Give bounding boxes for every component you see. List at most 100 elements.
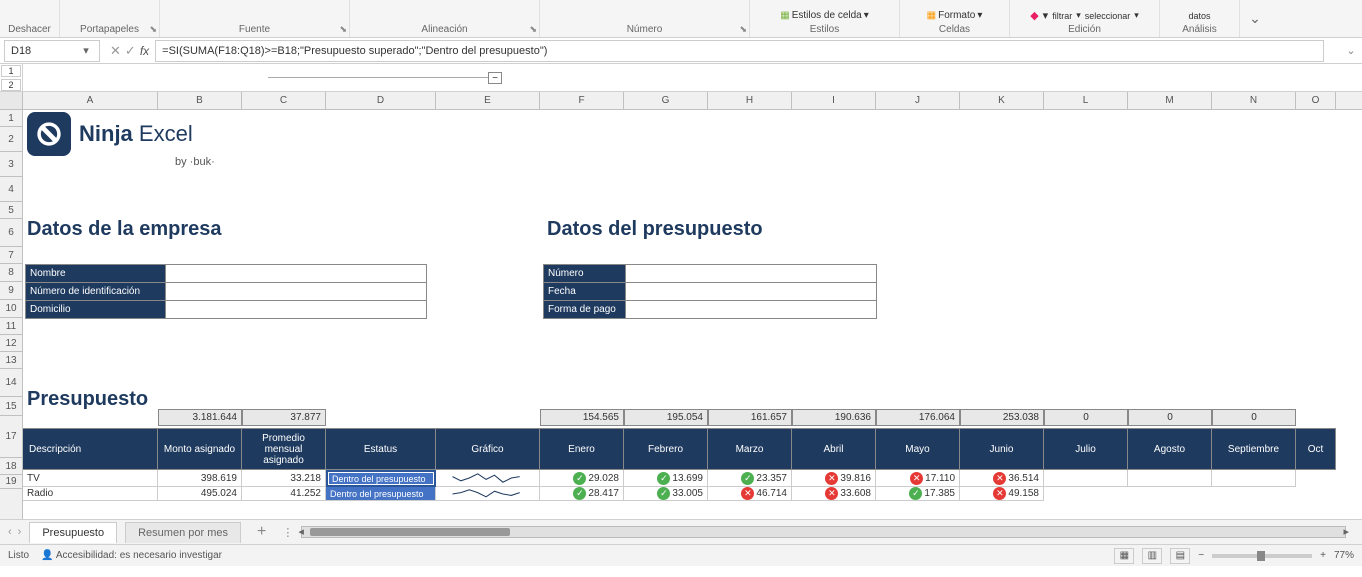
view-pagelayout-button[interactable]: ▥ <box>1142 548 1162 564</box>
col-header[interactable]: H <box>708 92 792 109</box>
zoom-thumb[interactable] <box>1257 551 1265 561</box>
zoom-out-button[interactable]: − <box>1198 550 1204 561</box>
view-normal-button[interactable]: ▦ <box>1114 548 1134 564</box>
outline-collapse-button[interactable]: − <box>488 72 502 84</box>
row-header[interactable]: 15 <box>0 397 22 416</box>
cell-month[interactable]: ✕39.816 <box>792 470 876 487</box>
cell-status-selected[interactable]: Dentro del presupuesto <box>326 470 436 487</box>
cell-status[interactable]: Dentro del presupuesto <box>326 487 436 501</box>
budget-payment-value[interactable] <box>626 301 876 318</box>
cell-month[interactable]: ✕46.714 <box>708 487 792 501</box>
row-header[interactable]: 7 <box>0 247 22 264</box>
name-box[interactable]: D18 ▾ <box>4 40 100 62</box>
outline-level-1[interactable]: 1 <box>1 65 21 77</box>
col-header[interactable]: F <box>540 92 624 109</box>
cancel-formula-icon[interactable]: ✕ <box>110 43 121 59</box>
row-header[interactable]: 14 <box>0 369 22 397</box>
row-header[interactable]: 10 <box>0 300 22 318</box>
formula-input[interactable]: =SI(SUMA(F18:Q18)>=B18;"Presupuesto supe… <box>155 40 1324 62</box>
accept-formula-icon[interactable]: ✓ <box>125 43 136 59</box>
cell-avg[interactable]: 33.218 <box>242 470 326 487</box>
alignment-launcher-icon[interactable]: ⬊ <box>529 24 537 35</box>
cell-month[interactable]: ✓17.385 <box>876 487 960 501</box>
select-all-corner[interactable] <box>0 92 23 109</box>
cell-month[interactable]: ✕49.158 <box>960 487 1044 501</box>
row-header[interactable]: 3 <box>0 152 22 177</box>
row-header[interactable]: 19 <box>0 475 22 489</box>
row-header[interactable]: 4 <box>0 177 22 202</box>
number-launcher-icon[interactable]: ⬊ <box>739 24 747 35</box>
row-header[interactable]: 17 <box>0 416 22 458</box>
row-header[interactable]: 8 <box>0 264 22 282</box>
budget-number-value[interactable] <box>626 265 876 282</box>
ribbon-collapse-button[interactable]: ⌄ <box>1240 0 1270 37</box>
font-launcher-icon[interactable]: ⬊ <box>339 24 347 35</box>
cell-desc[interactable]: Radio <box>23 487 158 501</box>
col-header[interactable]: E <box>436 92 540 109</box>
company-name-value[interactable] <box>166 265 426 282</box>
cell-empty[interactable] <box>1212 470 1296 487</box>
col-header[interactable]: A <box>23 92 158 109</box>
row-header[interactable]: 2 <box>0 127 22 152</box>
tab-prev-icon[interactable]: ‹ <box>8 526 12 538</box>
row-header[interactable]: 5 <box>0 202 22 219</box>
col-header[interactable]: D <box>326 92 436 109</box>
row-header[interactable]: 9 <box>0 282 22 300</box>
add-sheet-button[interactable]: + <box>249 523 274 541</box>
col-header[interactable]: L <box>1044 92 1128 109</box>
zoom-in-button[interactable]: + <box>1320 550 1326 561</box>
scroll-right-icon[interactable]: ▸ <box>1343 525 1349 538</box>
cell-month[interactable]: ✓23.357 <box>708 470 792 487</box>
cells-area[interactable]: Ninja Excel by ·buk· Datos de la empresa… <box>23 110 1362 519</box>
cell-avg[interactable]: 41.252 <box>242 487 326 501</box>
budget-date-value[interactable] <box>626 283 876 300</box>
col-header[interactable]: G <box>624 92 708 109</box>
col-header[interactable]: B <box>158 92 242 109</box>
col-header[interactable]: K <box>960 92 1044 109</box>
clipboard-launcher-icon[interactable]: ⬊ <box>149 24 157 35</box>
sheet-tab[interactable]: Resumen por mes <box>125 522 241 543</box>
cell-month[interactable]: ✓28.417 <box>540 487 624 501</box>
company-id-value[interactable] <box>166 283 426 300</box>
name-box-dropdown-icon[interactable]: ▾ <box>79 44 93 57</box>
format-button[interactable]: ▦ Formato ▾ <box>923 9 987 22</box>
outline-level-2[interactable]: 2 <box>1 79 21 91</box>
cell-month[interactable]: ✓29.028 <box>540 470 624 487</box>
tab-next-icon[interactable]: › <box>18 526 22 538</box>
row-header[interactable]: 1 <box>0 110 22 127</box>
zoom-level[interactable]: 77% <box>1334 550 1354 561</box>
cell-month[interactable]: ✓33.005 <box>624 487 708 501</box>
cell-empty[interactable] <box>1128 470 1212 487</box>
cell-desc[interactable]: TV <box>23 470 158 487</box>
fx-icon[interactable]: fx <box>140 44 149 58</box>
horizontal-scrollbar[interactable]: ◂ ▸ <box>301 526 1346 538</box>
cell-month[interactable]: ✕17.110 <box>876 470 960 487</box>
company-address-value[interactable] <box>166 301 426 318</box>
cell-month[interactable]: ✓13.699 <box>624 470 708 487</box>
cell-month[interactable]: ✕36.514 <box>960 470 1044 487</box>
data-button[interactable]: datos <box>1184 10 1214 22</box>
accessibility-status[interactable]: 👤 Accesibilidad: es necesario investigar <box>41 550 222 561</box>
sheet-tab-active[interactable]: Presupuesto <box>29 522 117 543</box>
col-header[interactable]: C <box>242 92 326 109</box>
col-header[interactable]: N <box>1212 92 1296 109</box>
row-header[interactable]: 18 <box>0 458 22 475</box>
scrollbar-thumb[interactable] <box>310 528 510 536</box>
view-pagebreak-button[interactable]: ▤ <box>1170 548 1190 564</box>
cell-amount[interactable]: 495.024 <box>158 487 242 501</box>
filter-label[interactable]: filtrar <box>1052 11 1072 21</box>
col-header[interactable]: J <box>876 92 960 109</box>
cell-styles-button[interactable]: ▦ Estilos de celda ▾ <box>776 9 873 22</box>
tab-split-icon[interactable]: ⋮ <box>282 526 293 539</box>
row-header[interactable]: 13 <box>0 352 22 369</box>
zoom-slider[interactable] <box>1212 554 1312 558</box>
scroll-left-icon[interactable]: ◂ <box>298 525 304 538</box>
cell-month[interactable]: ✕33.608 <box>792 487 876 501</box>
row-header[interactable]: 6 <box>0 219 22 247</box>
row-header[interactable]: 11 <box>0 318 22 335</box>
clear-icon[interactable]: ◆ <box>1030 9 1038 22</box>
row-header[interactable]: 12 <box>0 335 22 352</box>
col-header[interactable]: I <box>792 92 876 109</box>
formula-expand-icon[interactable]: ⌄ <box>1344 44 1358 57</box>
select-label[interactable]: seleccionar <box>1085 11 1131 21</box>
